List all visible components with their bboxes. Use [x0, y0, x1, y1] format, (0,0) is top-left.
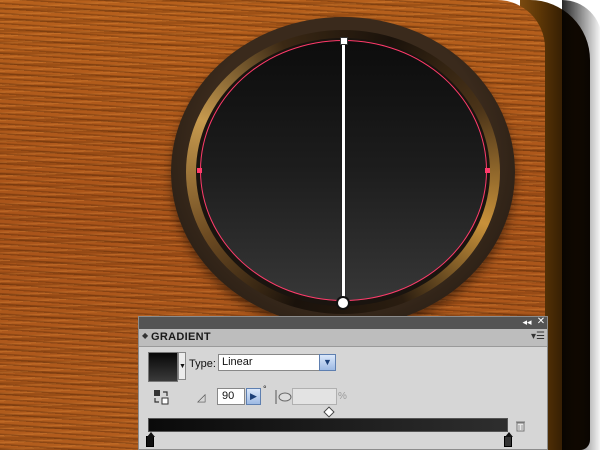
gradient-swatch-preview[interactable]: [148, 352, 178, 382]
anchor-point-right[interactable]: [485, 168, 490, 173]
angle-value: 90: [222, 390, 235, 402]
gradient-panel: ◂◂ ✕ ◆ GRADIENT ▾☰ ▼ Type: Linear ▼ ◿ 90…: [138, 316, 548, 450]
tab-gradient[interactable]: GRADIENT: [151, 331, 211, 343]
panel-tab-row: ◆ GRADIENT ▾☰: [139, 329, 547, 347]
panel-menu-icon[interactable]: ▾☰: [531, 331, 545, 342]
gradient-annotator-line[interactable]: [342, 40, 345, 302]
gradient-stop-end[interactable]: [504, 432, 513, 447]
anchor-point-left[interactable]: [197, 168, 202, 173]
collapse-panel-icon[interactable]: ◂◂: [521, 316, 533, 328]
gradient-annotator-end-handle[interactable]: [336, 296, 350, 310]
panel-titlebar[interactable]: ◂◂ ✕: [139, 316, 547, 329]
aspect-ratio-icon: [275, 390, 292, 404]
gradient-stop-start[interactable]: [146, 432, 155, 447]
gradient-midpoint-diamond[interactable]: [323, 406, 335, 418]
trash-icon[interactable]: [515, 420, 526, 432]
type-dropdown-arrow-icon[interactable]: ▼: [319, 354, 336, 371]
swatch-dropdown-icon[interactable]: ▼: [178, 352, 186, 380]
aspect-ratio-input[interactable]: [292, 388, 337, 405]
type-label: Type:: [189, 358, 216, 370]
gradient-type-select[interactable]: Linear: [218, 354, 322, 371]
angle-input[interactable]: 90: [217, 388, 245, 405]
angle-icon: ◿: [197, 392, 206, 404]
percent-symbol: %: [338, 391, 347, 402]
reverse-gradient-icon[interactable]: [153, 389, 169, 405]
angle-dropdown-arrow-icon[interactable]: ▶: [246, 388, 261, 405]
gradient-annotator-origin[interactable]: [340, 37, 348, 45]
tab-toggle-icon[interactable]: ◆: [142, 331, 148, 340]
gradient-slider-bar[interactable]: [148, 418, 508, 432]
gradient-type-value: Linear: [222, 356, 253, 368]
close-panel-icon[interactable]: ✕: [535, 316, 547, 328]
degree-symbol: °: [263, 384, 267, 394]
